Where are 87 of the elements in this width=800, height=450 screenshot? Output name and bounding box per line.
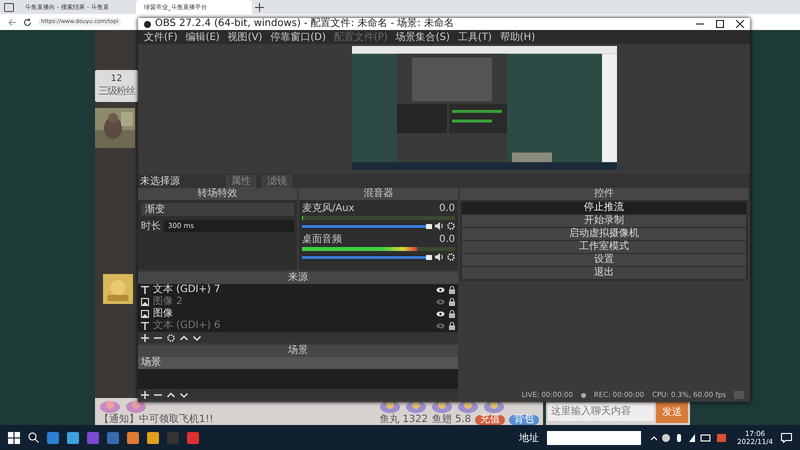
- text-source-icon: [141, 286, 149, 294]
- menu-item[interactable]: 帮助(H): [500, 30, 536, 44]
- notification-icon[interactable]: [781, 432, 792, 442]
- new-tab-icon[interactable]: [255, 0, 264, 14]
- control-button[interactable]: 开始录制: [462, 215, 746, 227]
- transition-dropdown[interactable]: 渐变: [141, 203, 294, 216]
- menu-item[interactable]: 场景集合(S): [396, 30, 450, 44]
- dock-header: 混音器: [299, 188, 458, 200]
- gift-icon[interactable]: [457, 399, 480, 413]
- record-dot-icon: [580, 392, 586, 398]
- eye-icon[interactable]: [436, 311, 445, 317]
- image-source-icon: [141, 298, 149, 306]
- duration-label: 时长: [141, 220, 161, 233]
- app-icon[interactable]: [147, 432, 159, 444]
- tab-actions-icon[interactable]: [4, 2, 14, 12]
- status-indicator-icon: [734, 391, 744, 399]
- address-label: 地址: [519, 432, 540, 444]
- menu-item[interactable]: 文件(F): [144, 30, 178, 44]
- slider-thumb[interactable]: [426, 224, 432, 228]
- dock-header: 场景: [138, 345, 458, 357]
- chat-input[interactable]: 这里输入聊天内容: [548, 402, 654, 420]
- source-item[interactable]: 图像: [138, 308, 458, 320]
- notice-text: 【通知】中可领取飞机1!!: [99, 414, 214, 425]
- text-source-icon: [141, 322, 149, 330]
- menu-item[interactable]: 工具(T): [458, 30, 492, 44]
- control-button[interactable]: 工作室模式: [462, 241, 746, 253]
- obs-logo-icon: [144, 20, 151, 28]
- source-item[interactable]: 文本 (GDI+) 6: [138, 320, 458, 332]
- speaker-icon[interactable]: [435, 222, 444, 230]
- move-up-icon[interactable]: [167, 390, 175, 398]
- menu-item[interactable]: 编辑(E): [186, 30, 220, 44]
- menu-item[interactable]: 停靠窗口(D): [270, 30, 326, 44]
- gift-icon[interactable]: [405, 399, 428, 413]
- close-icon[interactable]: [736, 20, 744, 28]
- gift-icon[interactable]: [431, 399, 454, 413]
- channel-name: 桌面音频: [302, 234, 342, 245]
- menu-item[interactable]: 视图(V): [228, 30, 262, 44]
- channel-name: 麦克风/Aux: [302, 203, 354, 214]
- maximize-icon[interactable]: [716, 20, 724, 28]
- stat-text: 鱼翅 5.8: [432, 414, 471, 425]
- dock-header: 控件: [460, 188, 748, 200]
- lock-icon[interactable]: [449, 310, 455, 318]
- app-icon[interactable]: [127, 432, 139, 444]
- stat-text: 鱼丸 1322: [379, 414, 428, 425]
- source-item[interactable]: 文本 (GDI+) 7: [138, 284, 458, 296]
- dock-header: 来源: [138, 272, 458, 284]
- move-up-icon[interactable]: [180, 334, 188, 342]
- add-icon[interactable]: [141, 390, 149, 398]
- lock-icon[interactable]: [449, 322, 455, 330]
- control-button[interactable]: 退出: [462, 267, 746, 279]
- image-source-icon: [141, 310, 149, 318]
- channel-reading: 0.0: [439, 234, 455, 245]
- count-text: 12: [110, 74, 122, 84]
- settings-icon[interactable]: [167, 334, 175, 342]
- app-icon[interactable]: [67, 432, 79, 444]
- gift-icon[interactable]: [483, 399, 506, 413]
- dock-header: 转场特效: [138, 188, 297, 200]
- source-status-text: 未选择源: [140, 174, 181, 188]
- channel-reading: 0.0: [439, 203, 455, 214]
- slider-thumb[interactable]: [426, 254, 432, 260]
- app-icon[interactable]: [47, 432, 59, 444]
- move-down-icon[interactable]: [180, 390, 188, 398]
- add-icon[interactable]: [141, 334, 149, 342]
- address-input[interactable]: [547, 430, 642, 444]
- search-icon[interactable]: [28, 432, 39, 443]
- settings-icon[interactable]: [447, 222, 455, 230]
- speaker-icon[interactable]: [435, 253, 444, 261]
- scene-item[interactable]: 场景: [138, 357, 458, 369]
- control-button[interactable]: 启动虚拟摄像机: [462, 228, 746, 240]
- window-title: OBS 27.2.4 (64-bit, windows) - 配置文件: 未命名 - 场景: 未命名: [155, 18, 454, 30]
- count-label: 三级粉丝: [98, 84, 134, 98]
- gift-icon[interactable]: [379, 399, 402, 413]
- control-button[interactable]: 停止推流: [462, 202, 746, 214]
- eye-icon[interactable]: [436, 287, 445, 293]
- refresh-icon[interactable]: [23, 18, 32, 26]
- lock-icon[interactable]: [449, 298, 455, 306]
- gift-icon[interactable]: [125, 399, 147, 413]
- control-button[interactable]: 设置: [462, 254, 746, 266]
- source-item[interactable]: 图像 2: [138, 296, 458, 308]
- page-button[interactable]: 充值: [475, 414, 505, 424]
- app-icon[interactable]: [107, 432, 119, 444]
- start-icon[interactable]: [8, 432, 20, 444]
- back-icon[interactable]: [8, 18, 17, 26]
- lock-icon[interactable]: [449, 286, 455, 294]
- app-icon[interactable]: [187, 432, 199, 444]
- move-down-icon[interactable]: [193, 334, 201, 342]
- settings-icon[interactable]: [447, 253, 455, 261]
